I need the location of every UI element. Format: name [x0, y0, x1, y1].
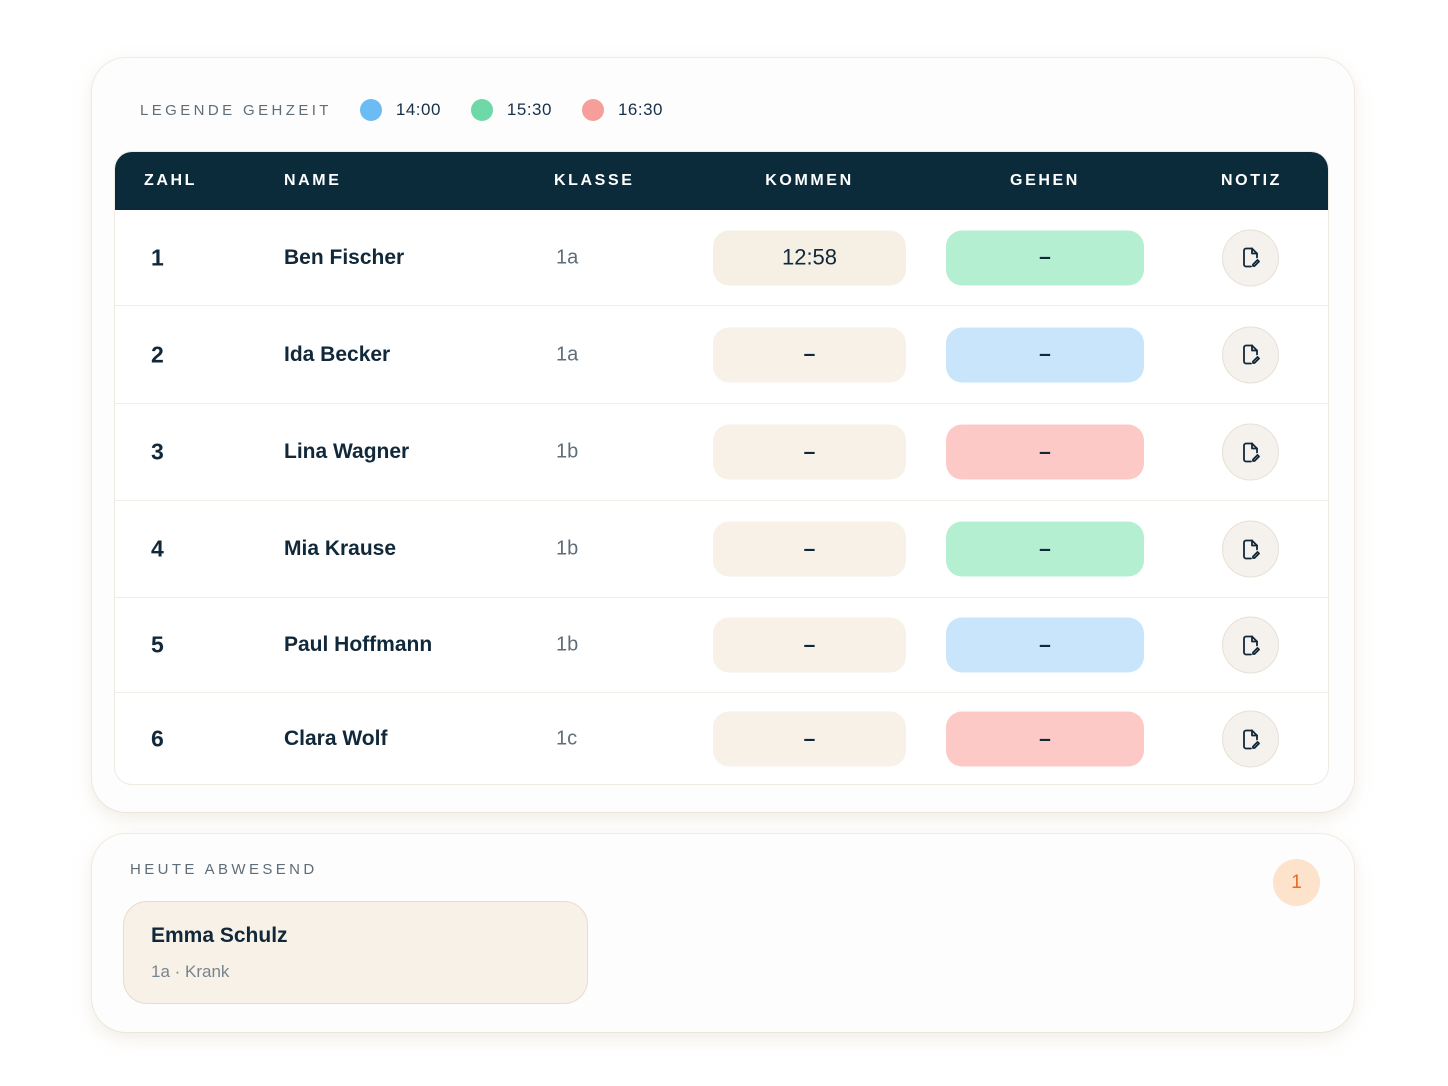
table-header: ZAHL NAME KLASSE KOMMEN GEHEN NOTIZ: [115, 152, 1328, 210]
legend-label: 14:00: [395, 100, 441, 119]
note-button[interactable]: [1222, 326, 1279, 383]
legend-item-1400: 14:00: [359, 99, 441, 121]
legend-label: 16:30: [617, 100, 663, 119]
legend-dot-blue: [359, 99, 382, 121]
student-name: Mia Krause: [284, 537, 397, 560]
note-edit-icon: [1242, 539, 1260, 559]
header-klasse: KLASSE: [554, 172, 635, 189]
kommen-time-button[interactable]: 12:58: [713, 230, 906, 285]
absent-entry[interactable]: Emma Schulz 1a · Krank: [123, 901, 588, 1004]
note-edit-icon: [1242, 442, 1260, 462]
legend-item-1630: 16:30: [581, 99, 663, 121]
note-button[interactable]: [1222, 616, 1279, 674]
gehen-time-button[interactable]: –: [946, 711, 1144, 767]
attendance-card: LEGENDE GEHZEIT 14:00 15:30 16:30 ZAHL N…: [92, 58, 1354, 812]
note-button[interactable]: [1222, 229, 1279, 286]
kommen-time-button[interactable]: –: [713, 617, 906, 673]
table-row: 1 Ben Fischer 1a 12:58 –: [115, 210, 1328, 306]
header-kommen: KOMMEN: [765, 172, 854, 189]
student-class: 1b: [556, 633, 579, 656]
absent-title: HEUTE ABWESEND: [130, 861, 318, 878]
row-number: 6: [151, 725, 164, 752]
note-edit-icon: [1242, 729, 1260, 749]
table-row: 3 Lina Wagner 1b – –: [115, 404, 1328, 501]
legend-dot-red: [581, 99, 604, 121]
student-class: 1a: [556, 343, 579, 365]
gehen-time-button[interactable]: –: [946, 424, 1144, 480]
gehen-time-button[interactable]: –: [946, 327, 1144, 382]
absent-student-name: Emma Schulz: [151, 924, 288, 947]
kommen-time-button[interactable]: –: [713, 521, 906, 577]
row-number: 5: [151, 631, 164, 658]
student-name: Clara Wolf: [284, 727, 388, 750]
note-edit-icon: [1242, 344, 1260, 365]
note-edit-icon: [1242, 635, 1260, 655]
student-name: Lina Wagner: [284, 440, 410, 463]
absent-student-meta: 1a · Krank: [151, 962, 230, 981]
note-button[interactable]: [1222, 520, 1279, 578]
note-button[interactable]: [1222, 423, 1279, 481]
table-row: 5 Paul Hoffmann 1b – –: [115, 598, 1328, 693]
gehzeit-legend: LEGENDE GEHZEIT 14:00 15:30 16:30: [140, 98, 693, 122]
attendance-table: ZAHL NAME KLASSE KOMMEN GEHEN NOTIZ 1 Be…: [114, 151, 1329, 785]
student-name: Ida Becker: [284, 342, 391, 366]
absent-count-badge: 1: [1273, 859, 1320, 906]
note-edit-icon: [1242, 247, 1260, 268]
table-row: 6 Clara Wolf 1c – –: [115, 693, 1328, 784]
header-name: NAME: [284, 172, 342, 189]
student-name: Paul Hoffmann: [284, 633, 433, 656]
student-class: 1c: [556, 727, 578, 750]
student-class: 1a: [556, 246, 579, 268]
legend-label: 15:30: [506, 100, 552, 119]
kommen-time-button[interactable]: –: [713, 711, 906, 767]
header-gehen: GEHEN: [1010, 172, 1080, 189]
row-number: 4: [151, 535, 164, 562]
note-button[interactable]: [1222, 710, 1279, 768]
row-number: 3: [151, 438, 164, 465]
student-name: Ben Fischer: [284, 245, 405, 269]
header-notiz: NOTIZ: [1221, 172, 1282, 189]
kommen-time-button[interactable]: –: [713, 424, 906, 480]
header-zahl: ZAHL: [144, 172, 198, 189]
legend-item-1530: 15:30: [470, 99, 552, 121]
absent-card: HEUTE ABWESEND 1 Emma Schulz 1a · Krank: [92, 834, 1354, 1032]
kommen-time-button[interactable]: –: [713, 327, 906, 382]
row-number: 1: [151, 244, 164, 270]
gehen-time-button[interactable]: –: [946, 230, 1144, 285]
table-row: 2 Ida Becker 1a – –: [115, 306, 1328, 404]
gehen-time-button[interactable]: –: [946, 521, 1144, 577]
legend-dot-green: [470, 99, 493, 121]
legend-title: LEGENDE GEHZEIT: [140, 101, 332, 119]
student-class: 1b: [556, 440, 579, 463]
table-row: 4 Mia Krause 1b – –: [115, 501, 1328, 598]
row-number: 2: [151, 341, 164, 367]
gehen-time-button[interactable]: –: [946, 617, 1144, 673]
student-class: 1b: [556, 537, 579, 560]
